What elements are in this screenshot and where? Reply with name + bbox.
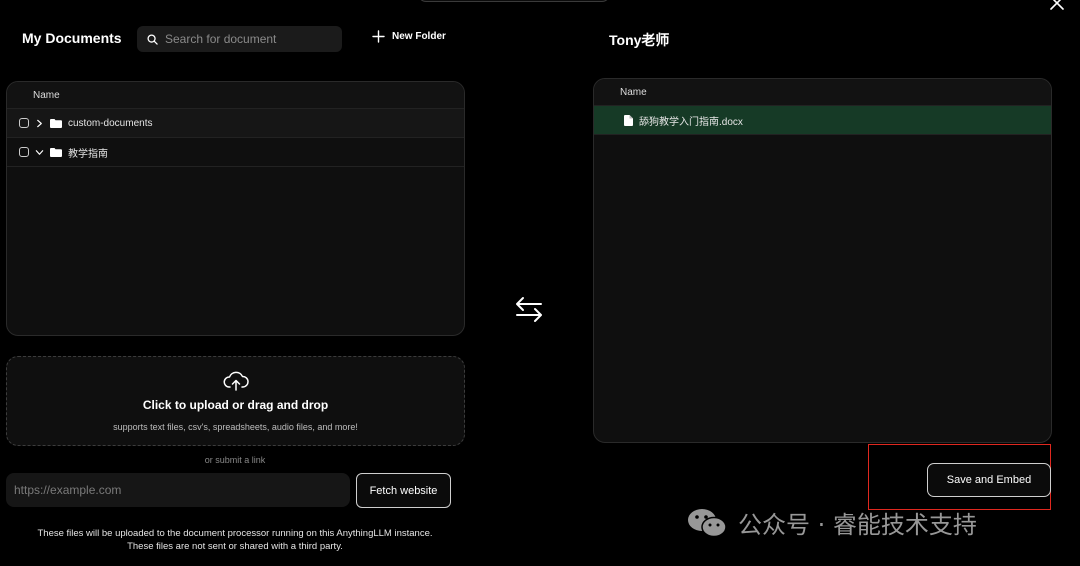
file-label: 舔狗教学入门指南.docx: [639, 116, 743, 128]
cloud-upload-icon: [223, 371, 249, 391]
folder-row-teaching-guide[interactable]: 教学指南: [7, 138, 464, 167]
chevron-right-icon[interactable]: [35, 119, 44, 128]
folder-label: custom-documents: [68, 117, 153, 129]
wechat-icon: [688, 508, 727, 537]
folder-icon: [50, 118, 62, 128]
upload-title: Click to upload or drag and drop: [142, 398, 329, 412]
new-folder-button[interactable]: New Folder: [372, 30, 446, 43]
chevron-down-icon[interactable]: [35, 148, 44, 157]
my-documents-title: My Documents: [22, 30, 122, 46]
upload-notice: These files will be uploaded to the docu…: [0, 527, 470, 553]
fetch-website-button[interactable]: Fetch website: [356, 473, 451, 508]
close-icon[interactable]: [1048, 0, 1066, 12]
top-tab-edge: [418, 0, 610, 2]
folder-row-custom-documents[interactable]: custom-documents: [7, 109, 464, 138]
watermark-text: 公众号 · 睿能技术支持: [738, 511, 977, 539]
upload-dropzone[interactable]: Click to upload or drag and drop support…: [6, 356, 465, 446]
swap-icon[interactable]: [513, 296, 545, 322]
save-and-embed-button[interactable]: Save and Embed: [927, 463, 1051, 497]
row-checkbox[interactable]: [19, 118, 29, 128]
document-search[interactable]: [137, 26, 342, 52]
url-input[interactable]: [6, 473, 350, 507]
column-header-name: Name: [7, 82, 464, 109]
my-documents-panel: Name custom-documents 教学指南: [6, 81, 465, 336]
new-folder-label: New Folder: [392, 31, 446, 42]
workspace-documents-panel: Name 舔狗教学入门指南.docx: [593, 78, 1052, 443]
plus-icon: [372, 30, 385, 43]
search-icon: [147, 33, 158, 45]
workspace-file-row[interactable]: 舔狗教学入门指南.docx: [594, 106, 1051, 135]
upload-subtitle: supports text files, csv's, spreadsheets…: [113, 422, 358, 432]
workspace-title: Tony老师: [609, 32, 670, 48]
file-icon: [624, 114, 633, 126]
search-input[interactable]: [165, 32, 325, 46]
notice-line-2: These files are not sent or shared with …: [127, 541, 343, 552]
folder-label: 教学指南: [68, 148, 108, 160]
row-checkbox[interactable]: [19, 147, 29, 157]
or-submit-link-text: or submit a link: [204, 455, 266, 465]
notice-line-1: These files will be uploaded to the docu…: [37, 528, 433, 539]
column-header-name: Name: [594, 79, 1051, 106]
watermark: 公众号 · 睿能技术支持: [686, 505, 977, 540]
folder-icon: [50, 147, 62, 157]
